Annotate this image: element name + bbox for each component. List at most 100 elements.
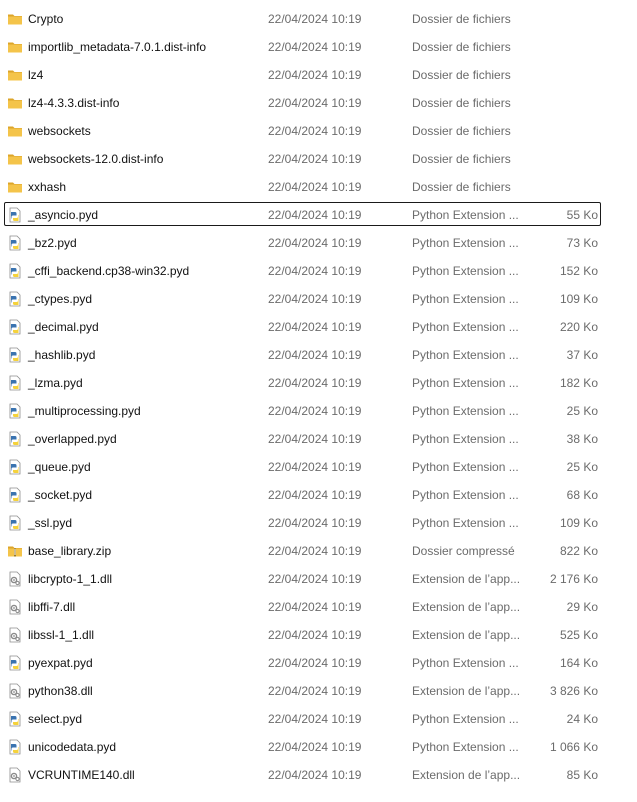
file-row-15[interactable]: _overlapped.pyd 22/04/2024 10:19 Python … (0, 425, 637, 453)
file-row-25[interactable]: select.pyd 22/04/2024 10:19 Python Exten… (0, 705, 637, 733)
python-file-icon (7, 515, 23, 531)
python-file-icon (7, 487, 23, 503)
file-name: python38.dll (28, 684, 93, 698)
file-row-14[interactable]: _multiprocessing.pyd 22/04/2024 10:19 Py… (0, 397, 637, 425)
file-row-4[interactable]: websockets 22/04/2024 10:19 Dossier de f… (0, 117, 637, 145)
file-type: Python Extension ... (412, 264, 519, 278)
file-name: websockets-12.0.dist-info (28, 152, 164, 166)
file-row-6[interactable]: xxhash 22/04/2024 10:19 Dossier de fichi… (0, 173, 637, 201)
folder-icon (7, 123, 23, 139)
file-row-17[interactable]: _socket.pyd 22/04/2024 10:19 Python Exte… (0, 481, 637, 509)
file-size: 220 Ko (559, 320, 598, 334)
file-row-26[interactable]: unicodedata.pyd 22/04/2024 10:19 Python … (0, 733, 637, 761)
folder-icon (7, 95, 23, 111)
file-name: select.pyd (28, 712, 83, 726)
file-row-16[interactable]: _queue.pyd 22/04/2024 10:19 Python Exten… (0, 453, 637, 481)
file-row-10[interactable]: _ctypes.pyd 22/04/2024 10:19 Python Exte… (0, 285, 637, 313)
folder-icon (7, 151, 23, 167)
file-name: _decimal.pyd (28, 320, 99, 334)
file-row-3[interactable]: lz4-4.3.3.dist-info 22/04/2024 10:19 Dos… (0, 89, 637, 117)
file-date: 22/04/2024 10:19 (268, 68, 362, 82)
file-name: _hashlib.pyd (28, 348, 96, 362)
file-row-7[interactable]: _asyncio.pyd 22/04/2024 10:19 Python Ext… (0, 201, 637, 229)
file-row-18[interactable]: _ssl.pyd 22/04/2024 10:19 Python Extensi… (0, 509, 637, 537)
folder-icon (7, 67, 23, 83)
file-date: 22/04/2024 10:19 (268, 432, 362, 446)
file-name: _overlapped.pyd (28, 432, 117, 446)
file-type: Dossier de fichiers (412, 40, 511, 54)
file-type: Dossier de fichiers (412, 124, 511, 138)
file-name: xxhash (28, 180, 67, 194)
file-date: 22/04/2024 10:19 (268, 572, 362, 586)
file-type: Extension de l’app... (412, 572, 521, 586)
file-type: Python Extension ... (412, 292, 519, 306)
python-file-icon (7, 347, 23, 363)
python-file-icon (7, 207, 23, 223)
file-name: lz4-4.3.3.dist-info (28, 96, 120, 110)
file-date: 22/04/2024 10:19 (268, 404, 362, 418)
folder-icon (7, 11, 23, 27)
dll-file-icon (7, 599, 23, 615)
file-type: Python Extension ... (412, 516, 519, 530)
file-type: Extension de l’app... (412, 684, 521, 698)
file-type: Python Extension ... (412, 404, 519, 418)
file-row-8[interactable]: _bz2.pyd 22/04/2024 10:19 Python Extensi… (0, 229, 637, 257)
file-name: websockets (28, 124, 91, 138)
file-name: unicodedata.pyd (28, 740, 117, 754)
file-size: 73 Ko (566, 236, 598, 250)
file-row-2[interactable]: lz4 22/04/2024 10:19 Dossier de fichiers (0, 61, 637, 89)
file-type: Python Extension ... (412, 460, 519, 474)
file-name: pyexpat.pyd (28, 656, 93, 670)
file-row-5[interactable]: websockets-12.0.dist-info 22/04/2024 10:… (0, 145, 637, 173)
file-row-11[interactable]: _decimal.pyd 22/04/2024 10:19 Python Ext… (0, 313, 637, 341)
file-type: Python Extension ... (412, 320, 519, 334)
file-name: base_library.zip (28, 544, 112, 558)
file-row-1[interactable]: importlib_metadata-7.0.1.dist-info 22/04… (0, 33, 637, 61)
python-file-icon (7, 711, 23, 727)
file-size: 29 Ko (566, 600, 598, 614)
file-date: 22/04/2024 10:19 (268, 180, 362, 194)
file-name: _ssl.pyd (28, 516, 73, 530)
file-name: _asyncio.pyd (28, 208, 99, 222)
file-row-24[interactable]: python38.dll 22/04/2024 10:19 Extension … (0, 677, 637, 705)
file-type: Dossier compressé (412, 544, 515, 558)
file-row-13[interactable]: _lzma.pyd 22/04/2024 10:19 Python Extens… (0, 369, 637, 397)
file-size: 68 Ko (566, 488, 598, 502)
file-size: 3 826 Ko (549, 684, 598, 698)
file-type: Dossier de fichiers (412, 152, 511, 166)
python-file-icon (7, 291, 23, 307)
file-row-12[interactable]: _hashlib.pyd 22/04/2024 10:19 Python Ext… (0, 341, 637, 369)
file-date: 22/04/2024 10:19 (268, 684, 362, 698)
file-row-0[interactable]: Crypto 22/04/2024 10:19 Dossier de fichi… (0, 5, 637, 33)
file-row-9[interactable]: _cffi_backend.cp38-win32.pyd 22/04/2024 … (0, 257, 637, 285)
dll-file-icon (7, 767, 23, 783)
file-date: 22/04/2024 10:19 (268, 600, 362, 614)
file-name: lz4 (28, 68, 44, 82)
file-size: 822 Ko (559, 544, 598, 558)
python-file-icon (7, 431, 23, 447)
zip-folder-icon (7, 543, 23, 559)
file-row-23[interactable]: pyexpat.pyd 22/04/2024 10:19 Python Exte… (0, 649, 637, 677)
file-type: Python Extension ... (412, 348, 519, 362)
file-type: Dossier de fichiers (412, 12, 511, 26)
file-date: 22/04/2024 10:19 (268, 40, 362, 54)
file-name: VCRUNTIME140.dll (28, 768, 135, 782)
file-size: 38 Ko (566, 432, 598, 446)
python-file-icon (7, 403, 23, 419)
file-row-21[interactable]: libffi-7.dll 22/04/2024 10:19 Extension … (0, 593, 637, 621)
file-type: Extension de l’app... (412, 628, 521, 642)
file-name: _queue.pyd (28, 460, 91, 474)
file-row-19[interactable]: base_library.zip 22/04/2024 10:19 Dossie… (0, 537, 637, 565)
dll-file-icon (7, 683, 23, 699)
file-name: libssl-1_1.dll (28, 628, 95, 642)
file-type: Python Extension ... (412, 208, 519, 222)
file-size: 1 066 Ko (549, 740, 598, 754)
file-row-22[interactable]: libssl-1_1.dll 22/04/2024 10:19 Extensio… (0, 621, 637, 649)
python-file-icon (7, 235, 23, 251)
file-type: Python Extension ... (412, 488, 519, 502)
file-row-27[interactable]: VCRUNTIME140.dll 22/04/2024 10:19 Extens… (0, 761, 637, 789)
file-name: _multiprocessing.pyd (28, 404, 141, 418)
file-row-20[interactable]: libcrypto-1_1.dll 22/04/2024 10:19 Exten… (0, 565, 637, 593)
file-name: importlib_metadata-7.0.1.dist-info (28, 40, 207, 54)
file-type: Extension de l’app... (412, 600, 521, 614)
